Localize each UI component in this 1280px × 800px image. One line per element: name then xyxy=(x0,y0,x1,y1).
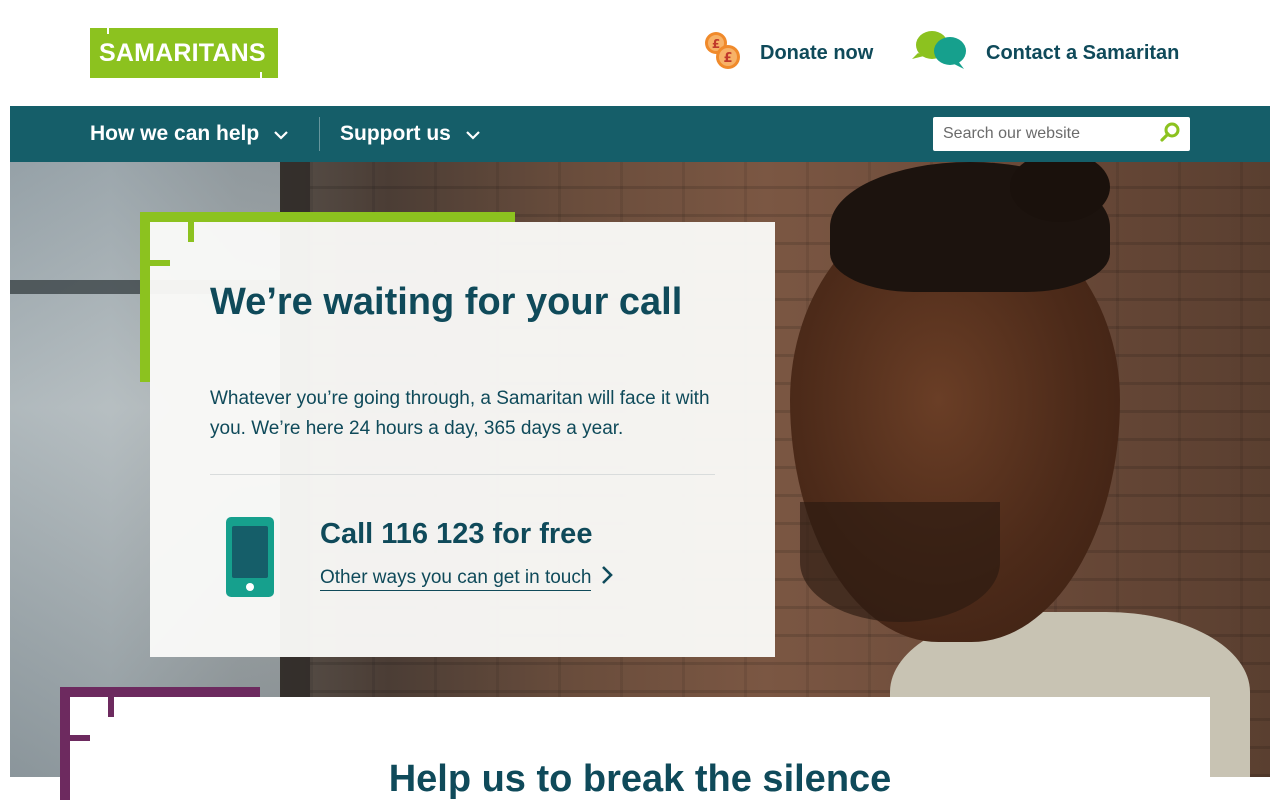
hero-person xyxy=(770,162,1250,777)
chevron-right-icon xyxy=(601,565,614,592)
hero-card-divider xyxy=(210,474,715,475)
samaritans-logo[interactable]: SAMARITANS xyxy=(90,28,278,78)
site-search xyxy=(933,117,1190,151)
speech-bubbles-icon xyxy=(910,27,972,79)
nav-item-label: How we can help xyxy=(90,122,260,145)
call-free-number: Call 116 123 for free xyxy=(320,518,593,550)
nav-item-label: Support us xyxy=(340,122,451,145)
nav-support-us[interactable]: Support us xyxy=(340,106,481,162)
hero-person-beard xyxy=(800,502,1000,622)
chevron-down-icon xyxy=(465,122,481,146)
chevron-down-icon xyxy=(273,122,289,146)
svg-text:£: £ xyxy=(712,37,720,51)
logo-tick-mark xyxy=(107,28,109,34)
green-corner-tick xyxy=(150,260,170,266)
purple-corner-tick xyxy=(108,697,114,717)
search-icon xyxy=(1159,121,1181,148)
site-header: SAMARITANS £ £ Donate now Contact a Sama… xyxy=(0,0,1280,106)
green-corner-accent xyxy=(140,212,150,382)
logo-tick-mark xyxy=(260,72,262,78)
contact-samaritan-link[interactable]: Contact a Samaritan xyxy=(910,30,1179,76)
green-corner-accent xyxy=(140,212,515,222)
purple-corner-accent xyxy=(60,687,260,697)
other-ways-link[interactable]: Other ways you can get in touch xyxy=(320,565,614,592)
mobile-phone-icon xyxy=(226,517,274,602)
section-title: Help us to break the silence xyxy=(388,758,892,800)
green-corner-tick xyxy=(188,222,194,242)
other-ways-label: Other ways you can get in touch xyxy=(320,567,592,591)
hero-description: Whatever you’re going through, a Samarit… xyxy=(210,388,710,439)
nav-divider xyxy=(319,117,320,151)
search-input[interactable] xyxy=(933,117,1150,151)
hero-title: We’re waiting for your call xyxy=(210,281,683,323)
search-button[interactable] xyxy=(1150,117,1190,151)
contact-samaritan-label: Contact a Samaritan xyxy=(986,41,1180,64)
donate-now-link[interactable]: £ £ Donate now xyxy=(702,30,873,76)
main-navigation: How we can help Support us xyxy=(10,106,1270,162)
hero-card: We’re waiting for your call Whatever you… xyxy=(150,222,775,657)
svg-text:£: £ xyxy=(723,51,732,66)
donate-now-label: Donate now xyxy=(760,41,874,64)
coins-icon: £ £ xyxy=(702,27,746,79)
purple-corner-tick xyxy=(70,735,90,741)
logo-text: SAMARITANS xyxy=(99,39,266,67)
nav-how-we-can-help[interactable]: How we can help xyxy=(90,106,289,162)
